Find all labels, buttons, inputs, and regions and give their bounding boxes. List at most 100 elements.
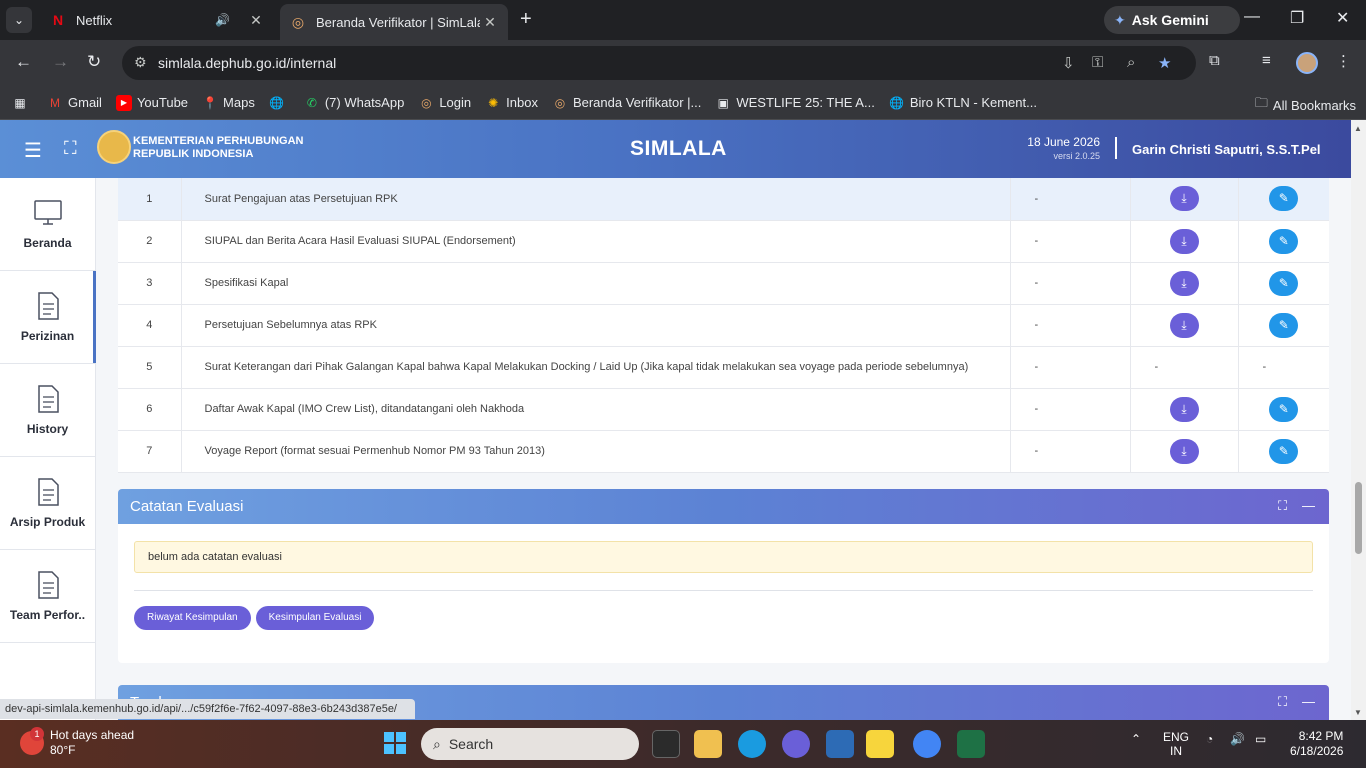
forward-icon[interactable]: →: [52, 52, 69, 72]
windows-start-icon[interactable]: [384, 732, 406, 754]
download-button[interactable]: ⤓: [1169, 186, 1199, 212]
url-text[interactable]: simlala.dephub.go.id/internal: [158, 55, 336, 71]
file-explorer-icon[interactable]: [694, 730, 722, 758]
document-keterangan: -: [1010, 178, 1131, 221]
edit-icon: ✎: [1278, 233, 1289, 248]
catatan-evaluasi-card: Catatan Evaluasi ⛶ — belum ada catatan e…: [118, 489, 1329, 663]
edit-button[interactable]: ✎: [1269, 396, 1299, 422]
close-tab-icon[interactable]: ✕: [246, 12, 266, 29]
edit-icon: ✎: [1278, 401, 1289, 416]
back-icon[interactable]: ←: [15, 52, 32, 72]
weather-widget[interactable]: 1 Hot days ahead 80°F: [20, 727, 134, 758]
task-view-icon[interactable]: [652, 730, 680, 758]
taskbar-search[interactable]: ⌕ Search: [421, 728, 639, 760]
page-scrollbar[interactable]: ▲ ▼: [1351, 120, 1366, 720]
catatan-evaluasi-header: Catatan Evaluasi ⛶ —: [118, 489, 1329, 524]
edit-button[interactable]: ✎: [1269, 312, 1299, 338]
edit-button[interactable]: ✎: [1269, 270, 1299, 296]
wifi-icon[interactable]: ◔: [1206, 732, 1213, 746]
all-bookmarks-button[interactable]: 🗀 All Bookmarks: [1255, 94, 1356, 116]
download-button[interactable]: ⤓: [1169, 312, 1199, 338]
bookmark-beranda[interactable]: ◎ Beranda Verifikator |...: [552, 95, 702, 111]
grid-icon: ▦: [14, 95, 26, 110]
minimize-icon[interactable]: —: [1244, 8, 1260, 26]
scroll-up-icon[interactable]: ▲: [1354, 124, 1362, 133]
sidebar-item-history[interactable]: History: [0, 364, 95, 457]
language-indicator[interactable]: ENG IN: [1163, 730, 1189, 758]
battery-icon[interactable]: ▭: [1255, 732, 1266, 746]
bookmark-globe[interactable]: 🌐: [269, 95, 290, 111]
hamburger-menu-icon[interactable]: ☰: [24, 138, 42, 163]
bookmark-star-icon[interactable]: ★: [1158, 54, 1171, 72]
kesimpulan-evaluasi-button[interactable]: Kesimpulan Evaluasi: [255, 606, 375, 630]
bookmark-biro-ktln[interactable]: 🌐 Biro KTLN - Kement...: [889, 95, 1037, 111]
profile-avatar[interactable]: [1296, 52, 1318, 74]
ask-gemini-button[interactable]: ✦ Ask Gemini: [1104, 6, 1240, 34]
edge-icon[interactable]: [738, 730, 766, 758]
download-button[interactable]: ⤓: [1169, 438, 1199, 464]
edit-cell: ✎: [1238, 430, 1329, 473]
bookmark-youtube[interactable]: ▶ YouTube: [115, 94, 188, 111]
app-title: SIMLALA: [630, 137, 727, 160]
edit-button[interactable]: ✎: [1269, 438, 1299, 464]
chrome-menu-icon[interactable]: ⋮: [1336, 52, 1351, 70]
bookmark-maps[interactable]: 📍 Maps: [202, 95, 255, 111]
sticky-notes-icon[interactable]: [866, 730, 894, 758]
close-tab-icon[interactable]: ✕: [480, 14, 500, 31]
scroll-down-icon[interactable]: ▼: [1354, 708, 1362, 717]
camera-icon[interactable]: [826, 730, 854, 758]
password-key-icon[interactable]: ⚿: [1092, 54, 1103, 71]
main-content: 1 Surat Pengajuan atas Persetujuan RPK - ⤓ ✎…: [96, 178, 1351, 720]
download-button[interactable]: ⤓: [1169, 228, 1199, 254]
bookmark-inbox[interactable]: ✺ Inbox: [485, 95, 538, 111]
sidebar-item-arsip-produk[interactable]: Arsip Produk: [0, 457, 95, 550]
gmail-icon: M: [50, 95, 60, 110]
bookmark-westlife[interactable]: ▣ WESTLIFE 25: THE A...: [715, 95, 875, 111]
copilot-icon[interactable]: [782, 730, 810, 758]
collapse-icon[interactable]: —: [1302, 694, 1315, 709]
zoom-icon[interactable]: ⌕: [1127, 54, 1135, 71]
tray-overflow-icon[interactable]: ⌃: [1131, 732, 1141, 746]
taskbar-clock[interactable]: 8:42 PM 6/18/2026: [1290, 729, 1343, 759]
download-icon: ⤓: [1181, 233, 1187, 248]
speaker-icon[interactable]: 🔊: [215, 13, 230, 27]
riwayat-kesimpulan-button[interactable]: Riwayat Kesimpulan: [134, 606, 251, 630]
download-cell: ⤓: [1130, 262, 1239, 305]
tab-simlala[interactable]: ◎ Beranda Verifikator | SimLala ✕: [280, 4, 508, 40]
edit-cell: ✎: [1238, 178, 1329, 221]
site-info-icon[interactable]: ⚙: [134, 54, 147, 71]
omnibox[interactable]: ⚙ simlala.dephub.go.id/internal ⇩ ⚿ ⌕ ★: [122, 46, 1196, 80]
excel-icon[interactable]: [957, 730, 985, 758]
tab-search-icon[interactable]: ⌄: [6, 7, 32, 33]
collapse-icon[interactable]: —: [1302, 498, 1315, 513]
sidebar-item-team-performance[interactable]: Team Perfor..: [0, 550, 95, 643]
edit-button[interactable]: ✎: [1269, 186, 1299, 212]
volume-icon[interactable]: 🔊: [1230, 732, 1245, 746]
media-control-icon[interactable]: ≡: [1262, 52, 1271, 69]
close-window-icon[interactable]: ✕: [1336, 8, 1349, 28]
sidebar-item-beranda[interactable]: Beranda: [0, 178, 95, 271]
apps-grid-icon[interactable]: ▦: [12, 95, 33, 111]
edit-cell: -: [1238, 346, 1329, 389]
user-name[interactable]: Garin Christi Saputri, S.S.T.Pel: [1132, 142, 1321, 157]
bookmark-gmail[interactable]: M Gmail: [47, 95, 102, 111]
extensions-icon[interactable]: ⧉: [1209, 52, 1220, 69]
download-button[interactable]: ⤓: [1169, 270, 1199, 296]
sidebar-item-perizinan[interactable]: Perizinan: [0, 271, 96, 364]
maximize-icon[interactable]: ⛶: [1278, 694, 1287, 710]
install-app-icon[interactable]: ⇩: [1062, 54, 1075, 72]
bookmark-login[interactable]: ◎ Login: [418, 95, 471, 111]
maximize-icon[interactable]: ⛶: [1278, 498, 1287, 514]
download-button[interactable]: ⤓: [1169, 396, 1199, 422]
chrome-icon[interactable]: [913, 730, 941, 758]
restore-icon[interactable]: ❐: [1290, 8, 1304, 28]
row-number: 7: [118, 430, 182, 473]
bookmark-whatsapp[interactable]: ✆ (7) WhatsApp: [304, 95, 405, 111]
reload-icon[interactable]: ↻: [87, 52, 101, 72]
scrollbar-thumb[interactable]: [1355, 482, 1362, 554]
new-tab-icon[interactable]: +: [520, 8, 532, 31]
edit-button[interactable]: ✎: [1269, 228, 1299, 254]
tab-netflix[interactable]: N Netflix 🔊 ✕: [44, 0, 274, 40]
windows-taskbar: 1 Hot days ahead 80°F ⌕ Search ⌃ ENG IN ◔…: [0, 720, 1366, 768]
fullscreen-icon[interactable]: ⛶: [64, 138, 77, 159]
